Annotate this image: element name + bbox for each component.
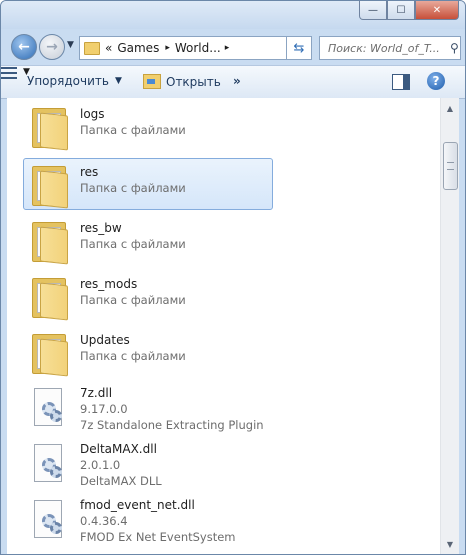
dll-file-icon xyxy=(34,388,66,430)
search-box[interactable]: ⚲ xyxy=(319,36,461,60)
explorer-window: — ☐ ✕ ← → ▼ « Games ▸ World... ▸ ⇆ ⚲ Упо… xyxy=(0,0,466,555)
close-button[interactable]: ✕ xyxy=(415,1,459,20)
scroll-up-icon[interactable]: ▲ xyxy=(441,100,459,116)
breadcrumb-separator-icon[interactable]: ▸ xyxy=(225,43,230,53)
item-name: res_bw xyxy=(80,221,122,235)
list-item-7z-dll[interactable]: 7z.dll 9.17.0.0 7z Standalone Extracting… xyxy=(23,383,273,435)
more-commands-button[interactable]: » xyxy=(233,74,241,88)
list-item-res-mods[interactable]: res_mods Папка с файлами xyxy=(23,270,273,322)
item-description: DeltaMAX DLL xyxy=(80,474,162,488)
list-item-fmod-event-net-dll[interactable]: fmod_event_net.dll 0.4.36.4 FMOD Ex Net … xyxy=(23,495,273,547)
view-details-icon: ▼ xyxy=(1,66,30,80)
command-bar: Упорядочить ▼ Открыть » ▼ ? xyxy=(1,65,465,99)
recent-pages-dropdown[interactable]: ▼ xyxy=(67,40,74,50)
organize-label: Упорядочить xyxy=(27,74,109,88)
minimize-button[interactable]: — xyxy=(359,1,387,20)
item-type: Папка с файлами xyxy=(80,237,186,251)
folder-icon xyxy=(84,41,100,55)
maximize-icon: ☐ xyxy=(396,4,406,16)
chevron-down-icon[interactable]: ▼ xyxy=(23,67,30,77)
search-input[interactable] xyxy=(326,40,450,56)
organize-button[interactable]: Упорядочить ▼ xyxy=(27,74,122,88)
back-arrow-icon: ← xyxy=(18,39,30,55)
open-folder-icon xyxy=(143,74,161,89)
list-item-deltamax-dll[interactable]: DeltaMAX.dll 2.0.1.0 DeltaMAX DLL xyxy=(23,439,273,491)
minimize-icon: — xyxy=(368,4,378,16)
folder-icon xyxy=(30,162,70,209)
item-description: 7z Standalone Extracting Plugin xyxy=(80,418,264,432)
item-type: Папка с файлами xyxy=(80,293,186,307)
preview-pane-button[interactable] xyxy=(392,74,410,90)
item-type: Папка с файлами xyxy=(80,181,186,195)
chevron-down-icon: ▼ xyxy=(67,40,74,50)
file-list: logs Папка с файлами res Папка с файлами… xyxy=(7,98,459,554)
title-bar[interactable]: — ☐ ✕ xyxy=(1,1,465,29)
breadcrumb-separator-icon[interactable]: ▸ xyxy=(165,43,170,53)
address-overflow-chevron[interactable]: « xyxy=(105,41,112,55)
maximize-button[interactable]: ☐ xyxy=(387,1,415,20)
scrollbar-thumb[interactable] xyxy=(443,142,458,190)
refresh-button[interactable]: ⇆ xyxy=(287,36,312,60)
folder-icon xyxy=(30,330,70,377)
item-name: logs xyxy=(80,107,105,121)
item-name: Updates xyxy=(80,333,130,347)
search-icon[interactable]: ⚲ xyxy=(450,41,459,55)
item-version: 0.4.36.4 xyxy=(80,514,128,528)
list-item-updates[interactable]: Updates Папка с файлами xyxy=(23,326,273,378)
folder-icon xyxy=(30,104,70,151)
help-icon: ? xyxy=(432,74,440,88)
close-icon: ✕ xyxy=(432,4,442,16)
folder-icon xyxy=(30,274,70,321)
chevron-down-icon: ▼ xyxy=(114,76,122,86)
item-name: 7z.dll xyxy=(80,386,113,400)
help-button[interactable]: ? xyxy=(427,72,445,90)
more-commands-icon: » xyxy=(233,74,241,88)
list-item-res-bw[interactable]: res_bw Папка с файлами xyxy=(23,214,273,266)
item-name: res xyxy=(80,165,99,179)
item-version: 9.17.0.0 xyxy=(80,402,128,416)
back-button[interactable]: ← xyxy=(11,34,37,60)
item-name: res_mods xyxy=(80,277,138,291)
navigation-bar: ← → ▼ « Games ▸ World... ▸ ⇆ ⚲ xyxy=(1,29,465,65)
forward-arrow-icon: → xyxy=(46,39,58,55)
breadcrumb-world[interactable]: World... xyxy=(175,41,221,55)
dll-file-icon xyxy=(34,500,66,542)
folder-icon xyxy=(30,218,70,265)
open-button[interactable]: Открыть xyxy=(143,74,221,89)
scroll-down-icon[interactable]: ▼ xyxy=(441,536,459,552)
item-version: 2.0.1.0 xyxy=(80,458,121,472)
item-description: FMOD Ex Net EventSystem xyxy=(80,530,236,544)
open-label: Открыть xyxy=(166,74,221,89)
address-bar[interactable]: « Games ▸ World... ▸ xyxy=(79,36,287,60)
item-name: DeltaMAX.dll xyxy=(80,442,157,456)
item-type: Папка с файлами xyxy=(80,123,186,137)
breadcrumb-games[interactable]: Games xyxy=(117,41,159,55)
item-name: fmod_event_net.dll xyxy=(80,498,195,512)
refresh-icon: ⇆ xyxy=(293,40,305,56)
list-item-res[interactable]: res Папка с файлами xyxy=(23,158,273,210)
dll-file-icon xyxy=(34,444,66,486)
forward-button[interactable]: → xyxy=(39,34,65,60)
list-item-logs[interactable]: logs Папка с файлами xyxy=(23,100,273,152)
caption-buttons: — ☐ ✕ xyxy=(359,1,459,20)
vertical-scrollbar[interactable]: ▲ ▼ xyxy=(440,98,459,554)
item-type: Папка с файлами xyxy=(80,349,186,363)
